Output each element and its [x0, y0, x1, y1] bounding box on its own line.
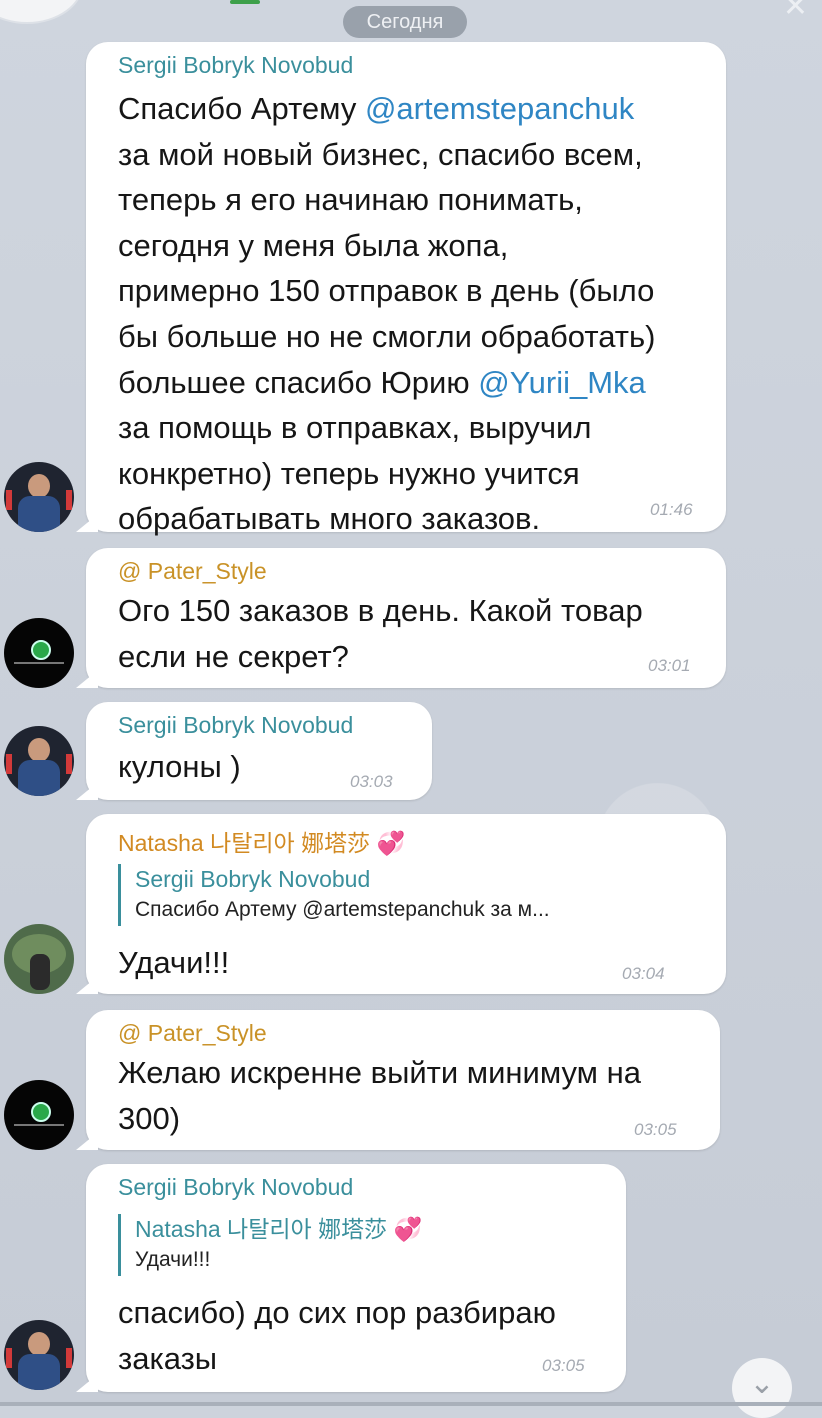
message-bubble[interactable]: @ Pater_Style Ого 150 заказов в день. Ка…: [76, 548, 726, 688]
reply-quote[interactable]: Natasha 나탈리아 娜塔莎 💞 Удачи!!!: [118, 1214, 422, 1276]
message-time: 01:46: [650, 500, 693, 519]
message-text: Ого 150 заказов в день. Какой товар если…: [118, 593, 643, 674]
message-bubble[interactable]: Sergii Bobryk Novobud Спасибо Артему @ar…: [76, 42, 726, 536]
reply-text: Удачи!!!: [135, 1248, 211, 1271]
heart-icon: 💞: [376, 830, 406, 856]
message-time: 03:01: [648, 656, 691, 675]
avatar[interactable]: [4, 1320, 74, 1390]
message-time: 03:05: [542, 1356, 585, 1375]
message-text: Спасибо Артему @artemstepanchuk за мой н…: [118, 91, 656, 537]
heart-icon: 💞: [393, 1216, 423, 1242]
bottom-divider: [0, 1402, 822, 1406]
message-sender[interactable]: Sergii Bobryk Novobud: [118, 712, 353, 739]
message-time: 03:05: [634, 1120, 677, 1139]
reply-quote[interactable]: Sergii Bobryk Novobud Спасибо Артему @ar…: [118, 864, 550, 926]
status-indicator: [230, 0, 260, 4]
message-bubble[interactable]: Sergii Bobryk Novobud Natasha 나탈리아 娜塔莎 💞…: [76, 1164, 626, 1392]
mention-link[interactable]: @artemstepanchuk: [365, 91, 634, 126]
close-icon[interactable]: ✕: [783, 0, 808, 22]
avatar[interactable]: [4, 924, 74, 994]
message-bubble[interactable]: @ Pater_Style Желаю искренне выйти миним…: [76, 1010, 720, 1150]
reply-text: Спасибо Артему @artemstepanchuk за м...: [135, 898, 550, 921]
message-text: кулоны ): [118, 749, 241, 784]
message-text: Желаю искренне выйти минимум на 300): [118, 1055, 641, 1136]
avatar[interactable]: [4, 726, 74, 796]
date-divider: Сегодня: [343, 6, 467, 38]
message-bubble[interactable]: Natasha 나탈리아 娜塔莎 💞 Sergii Bobryk Novobud…: [76, 814, 726, 994]
mention-link[interactable]: @Yurii_Mka: [478, 365, 646, 400]
message-sender[interactable]: Natasha 나탈리아 娜塔莎 💞: [118, 824, 405, 858]
message-sender[interactable]: Sergii Bobryk Novobud: [118, 1174, 353, 1201]
message-text: спасибо) до сих пор разбираю заказы: [118, 1295, 556, 1376]
message-bubble[interactable]: Sergii Bobryk Novobud кулоны ) 03:03: [76, 702, 432, 800]
avatar[interactable]: [4, 618, 74, 688]
message-time: 03:04: [622, 964, 665, 983]
reply-sender: Sergii Bobryk Novobud: [135, 866, 371, 892]
message-time: 03:03: [350, 772, 393, 791]
reply-sender: Natasha 나탈리아 娜塔莎 💞: [135, 1216, 423, 1242]
message-sender[interactable]: @ Pater_Style: [118, 1020, 267, 1047]
avatar[interactable]: [4, 1080, 74, 1150]
message-sender[interactable]: Sergii Bobryk Novobud: [118, 52, 353, 79]
avatar[interactable]: [4, 462, 74, 532]
chevron-down-icon[interactable]: ⌄: [732, 1358, 792, 1418]
message-text: Удачи!!!: [118, 945, 230, 980]
message-sender[interactable]: @ Pater_Style: [118, 558, 267, 585]
